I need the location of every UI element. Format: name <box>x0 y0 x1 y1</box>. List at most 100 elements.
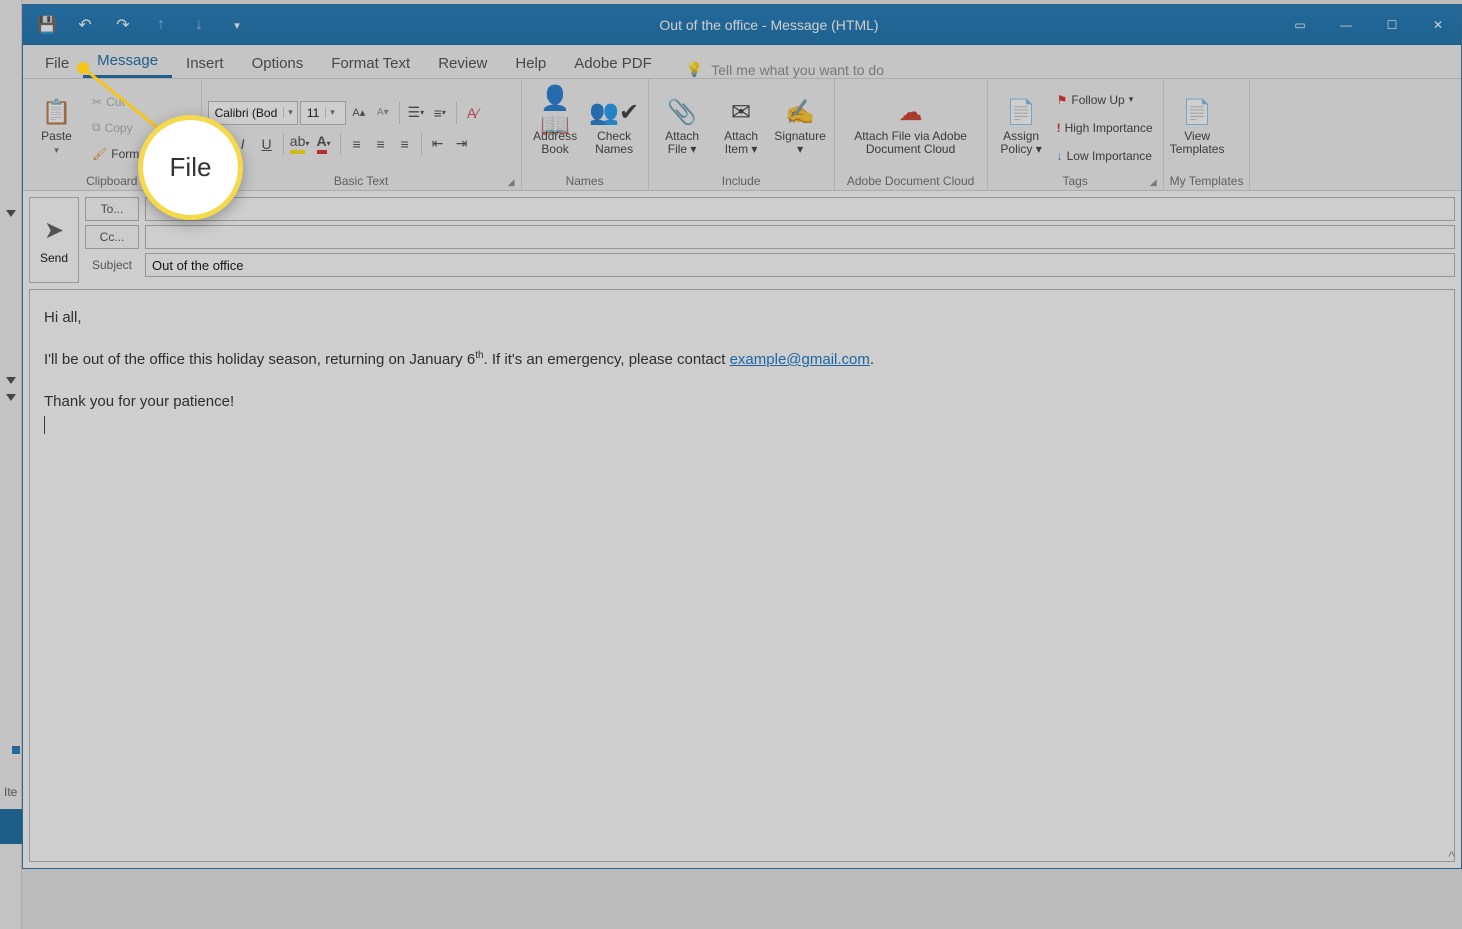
cc-field[interactable] <box>145 225 1455 249</box>
maximize-button[interactable]: ☐ <box>1369 5 1415 45</box>
signature-button[interactable]: ✍Signature▾ <box>773 99 828 156</box>
number-list-button[interactable]: ≡▾ <box>429 102 451 124</box>
low-importance-label: Low Importance <box>1067 149 1152 163</box>
close-button[interactable]: ✕ <box>1415 5 1461 45</box>
window-controls: ▭ — ☐ ✕ <box>1277 5 1461 45</box>
tab-adobe-pdf[interactable]: Adobe PDF <box>560 49 666 78</box>
tab-file[interactable]: File <box>31 49 83 78</box>
collapse-caret-icon <box>6 377 16 384</box>
envelope-icon: ✉ <box>731 99 751 127</box>
font-size-select[interactable]: 11▾ <box>300 101 346 125</box>
ribbon-group-include: 📎Attach File ▾ ✉Attach Item ▾ ✍Signature… <box>649 79 835 190</box>
view-templates-button[interactable]: 📄 View Templates <box>1170 99 1225 156</box>
subject-label: Subject <box>85 258 139 272</box>
paste-label: Paste <box>41 130 72 143</box>
increase-font-button[interactable]: A▴ <box>348 102 370 124</box>
assign-policy-button[interactable]: 📄Assign Policy ▾ <box>994 99 1049 156</box>
follow-up-button[interactable]: ⚑Follow Up ▾ <box>1053 88 1157 112</box>
send-icon: ➤ <box>44 216 64 245</box>
templates-icon: 📄 <box>1182 99 1212 127</box>
collapse-ribbon-button[interactable]: ^ <box>1448 848 1455 864</box>
send-button[interactable]: ➤ Send <box>29 197 79 283</box>
view-templates-label: View Templates <box>1170 130 1225 156</box>
ribbon-group-adobe: ☁Attach File via Adobe Document Cloud Ad… <box>835 79 988 190</box>
minimize-button[interactable]: — <box>1323 5 1369 45</box>
body-line1: I'll be out of the office this holiday s… <box>44 348 1440 372</box>
assign-policy-label: Assign Policy ▾ <box>994 130 1049 156</box>
ribbon-group-names: 👤📖Address Book 👥✔Check Names Names <box>522 79 649 190</box>
basic-text-group-label: Basic Text◢ <box>208 172 515 188</box>
dialog-launcher-icon[interactable]: ◢ <box>508 177 515 188</box>
tab-options[interactable]: Options <box>238 49 318 78</box>
next-item-button[interactable]: ↓ <box>185 11 213 39</box>
paste-button[interactable]: 📋 Paste ▾ <box>29 99 84 156</box>
separator <box>340 133 341 155</box>
increase-indent-button[interactable]: ⇥ <box>451 133 473 155</box>
to-button[interactable]: To... <box>85 197 139 221</box>
cc-button[interactable]: Cc... <box>85 225 139 249</box>
tab-format-text[interactable]: Format Text <box>317 49 424 78</box>
flag-icon: ⚑ <box>1057 93 1068 107</box>
decrease-font-button[interactable]: A▾ <box>372 102 394 124</box>
tab-insert[interactable]: Insert <box>172 49 238 78</box>
undo-button[interactable]: ↶ <box>71 11 99 39</box>
decrease-indent-button[interactable]: ⇤ <box>427 133 449 155</box>
message-headers: ➤ Send To... Cc... Subject <box>23 191 1461 289</box>
check-names-button[interactable]: 👥✔Check Names <box>587 99 642 156</box>
tab-help[interactable]: Help <box>501 49 560 78</box>
message-body[interactable]: Hi all, I'll be out of the office this h… <box>29 289 1455 862</box>
separator <box>283 133 284 155</box>
collapse-caret-icon <box>6 210 16 217</box>
attach-item-button[interactable]: ✉Attach Item ▾ <box>714 99 769 156</box>
font-color-button[interactable]: A▾ <box>313 133 335 155</box>
names-group-label: Names <box>528 172 642 188</box>
align-left-button[interactable]: ≡ <box>346 133 368 155</box>
dialog-launcher-icon[interactable]: ◢ <box>1150 177 1157 188</box>
follow-up-label: Follow Up <box>1071 93 1124 107</box>
font-name-select[interactable]: Calibri (Bod▾ <box>208 101 298 125</box>
align-right-button[interactable]: ≡ <box>394 133 416 155</box>
tell-me-search[interactable]: 💡 Tell me what you want to do <box>686 61 884 78</box>
include-group-label: Include <box>655 172 828 188</box>
font-name-value: Calibri (Bod <box>209 106 284 120</box>
text-cursor <box>44 416 45 434</box>
font-size-value: 11 <box>301 106 325 120</box>
tab-review[interactable]: Review <box>424 49 501 78</box>
bullet-list-button[interactable]: ☰▾ <box>405 102 427 124</box>
address-book-icon: 👤📖 <box>528 99 583 127</box>
adobe-group-label: Adobe Document Cloud <box>841 172 981 188</box>
to-field[interactable] <box>145 197 1455 221</box>
save-button[interactable]: 💾 <box>33 11 61 39</box>
body-thanks: Thank you for your patience! <box>44 390 1440 414</box>
qat-customize-button[interactable]: ▾ <box>223 11 251 39</box>
align-center-button[interactable]: ≡ <box>370 133 392 155</box>
ribbon-tabs: File Message Insert Options Format Text … <box>23 45 1461 79</box>
low-importance-button[interactable]: ↓Low Importance <box>1053 144 1157 168</box>
signature-label: Signature▾ <box>774 130 825 156</box>
separator <box>421 133 422 155</box>
high-importance-label: High Importance <box>1065 121 1153 135</box>
attach-file-button[interactable]: 📎Attach File ▾ <box>655 99 710 156</box>
body-greeting: Hi all, <box>44 306 1440 330</box>
contact-email-link[interactable]: example@gmail.com <box>730 351 870 368</box>
clear-formatting-button[interactable]: A⁄ <box>462 102 484 124</box>
ribbon-display-button[interactable]: ▭ <box>1277 5 1323 45</box>
high-importance-icon: ! <box>1057 121 1061 135</box>
underline-button[interactable]: U <box>256 133 278 155</box>
brush-icon: 🖌 <box>92 147 107 161</box>
separator <box>399 102 400 124</box>
title-bar: 💾 ↶ ↷ ↑ ↓ ▾ Out of the office - Message … <box>23 5 1461 45</box>
items-count-label: Ite <box>4 785 17 799</box>
outlook-backdrop-sidebar: Ite <box>0 0 22 929</box>
address-book-button[interactable]: 👤📖Address Book <box>528 99 583 156</box>
attach-adobe-button[interactable]: ☁Attach File via Adobe Document Cloud <box>841 99 981 156</box>
templates-group-label: My Templates <box>1170 172 1244 188</box>
redo-button[interactable]: ↷ <box>109 11 137 39</box>
subject-field[interactable] <box>145 253 1455 277</box>
highlight-connector-line <box>83 68 163 133</box>
high-importance-button[interactable]: ! High Importance <box>1053 116 1157 140</box>
ribbon-group-templates: 📄View Templates My Templates ^ <box>1164 79 1251 190</box>
highlight-color-button[interactable]: ab▾ <box>289 133 311 155</box>
prev-item-button[interactable]: ↑ <box>147 11 175 39</box>
window-title: Out of the office - Message (HTML) <box>261 17 1277 33</box>
